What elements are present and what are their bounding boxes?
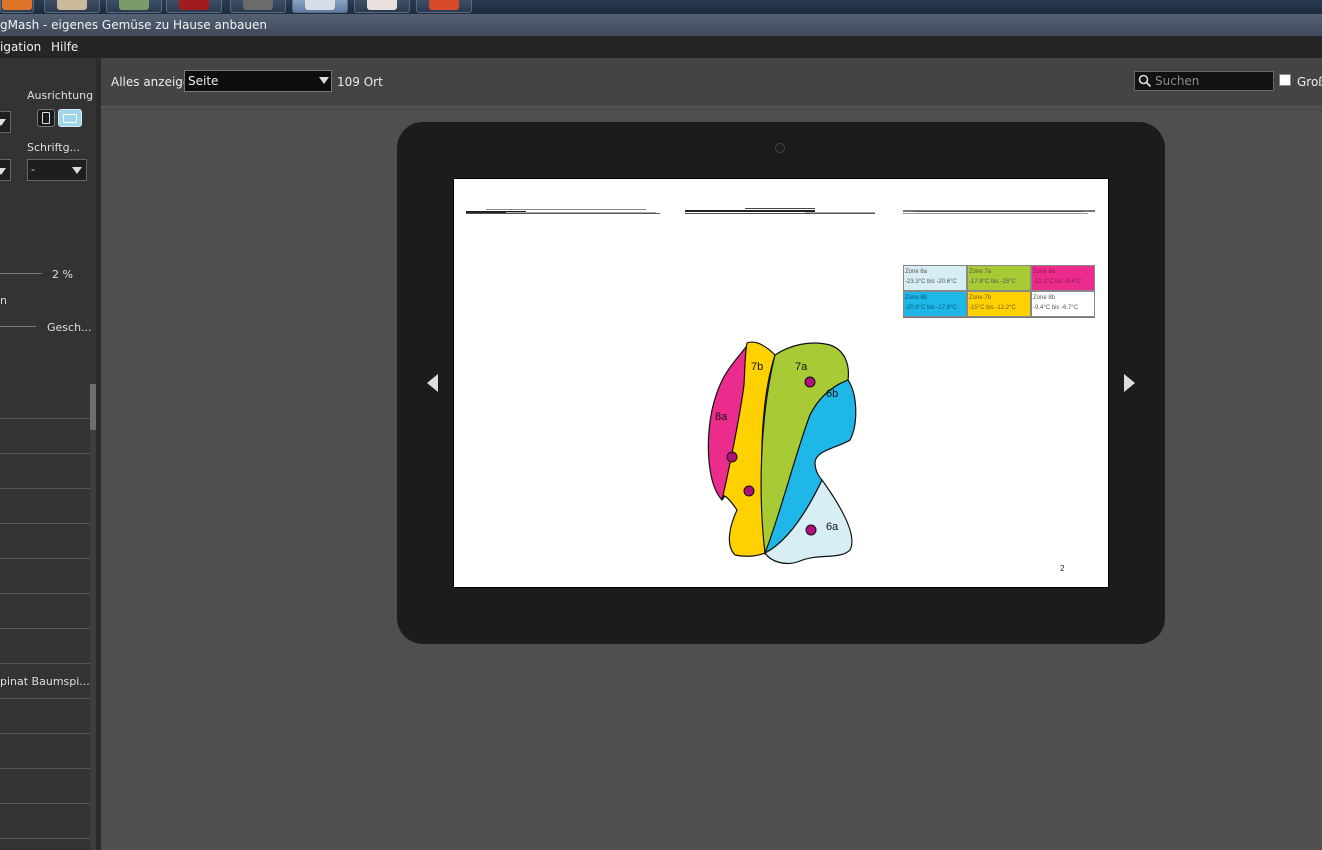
case-sensitive-label: Groß [1297, 75, 1322, 89]
taskbar-app-button[interactable] [44, 0, 100, 13]
taskbar-app-button-active[interactable] [292, 0, 348, 13]
chevron-down-icon [319, 77, 329, 84]
font-size-label: Schriftg... [27, 141, 81, 154]
taskbar-app-button[interactable] [106, 0, 162, 13]
taskbar-app-button[interactable] [0, 0, 34, 13]
list-item[interactable] [0, 593, 90, 594]
menu-item-navigation[interactable]: igation [0, 36, 41, 58]
location-count-label: 109 Ort [337, 75, 383, 89]
view-mode-value: Seite [188, 74, 219, 88]
search-icon [1138, 74, 1152, 88]
zone-name: Zone 7a [969, 269, 992, 275]
list-item[interactable] [0, 768, 90, 769]
zone-name: Zone 8b [1033, 295, 1056, 301]
tablet-landscape-icon [63, 114, 77, 123]
zone-range: -9.4°C bis -6.7°C [1033, 305, 1079, 311]
map-marker [804, 376, 816, 388]
speed-slider-track[interactable] [0, 326, 36, 327]
menu-bar: igation Hilfe [0, 36, 1322, 58]
font-size-value: - [31, 163, 35, 176]
speed-label: Gesch... [47, 321, 92, 334]
hardiness-zone-map: 8a 7b 7a 6b 6a [707, 341, 857, 565]
tablet-portrait-icon [42, 112, 50, 124]
zone-range: -12.2°C bis -9.4°C [1033, 279, 1082, 285]
map-label-7a: 7a [795, 361, 808, 373]
taskbar-app-button[interactable] [166, 0, 222, 13]
map-label-7b: 7b [751, 361, 763, 373]
next-page-arrow-icon[interactable] [1124, 374, 1135, 392]
map-label-6b: 6b [826, 388, 838, 400]
zone-name: Zone 8a [1033, 269, 1056, 275]
list-item[interactable] [0, 663, 90, 664]
taskbar-app-button[interactable] [354, 0, 410, 13]
page-heading-column-3 [903, 210, 1095, 214]
window-title: gMash - eigenes Gemüse zu Hause anbauen [0, 18, 268, 32]
zone-range: -17.8°C bis -15°C [969, 279, 1016, 285]
zone-cell-7a: Zone 7a -17.8°C bis -15°C [967, 265, 1031, 291]
previous-page-arrow-icon[interactable] [427, 374, 438, 392]
sidebar-cut-text: n [0, 294, 7, 307]
map-label-8a: 8a [715, 411, 728, 423]
map-label-6a: 6a [826, 521, 839, 533]
list-item[interactable] [0, 453, 90, 454]
map-marker [805, 524, 817, 536]
chevron-down-icon [0, 168, 6, 175]
toolbar: Alles anzeigen Seite 109 Ort Groß [101, 58, 1322, 107]
list-item[interactable] [0, 418, 90, 419]
orientation-label: Ausrichtung [27, 89, 94, 102]
list-item-label[interactable]: pinat Baumspi... [0, 675, 90, 688]
zoom-slider-track[interactable] [0, 273, 42, 274]
list-item[interactable] [0, 558, 90, 559]
window-titlebar: gMash - eigenes Gemüse zu Hause anbauen [0, 14, 1322, 36]
zone-range: -20.6°C bis -17.8°C [905, 305, 957, 311]
list-item[interactable] [0, 803, 90, 804]
zone-name: Zone 6b [905, 295, 928, 301]
zone-name: Zone 7b [969, 295, 992, 301]
list-item[interactable] [0, 488, 90, 489]
page-number: 2 [1060, 564, 1065, 573]
zone-range: -15°C bis -12.2°C [969, 305, 1016, 311]
list-item[interactable] [0, 523, 90, 524]
chevron-down-icon [72, 167, 82, 174]
search-field[interactable] [1134, 71, 1274, 91]
map-marker [743, 485, 755, 497]
menu-item-help[interactable]: Hilfe [51, 36, 78, 58]
view-mode-select[interactable]: Seite [184, 70, 332, 92]
list-item[interactable] [0, 733, 90, 734]
list-item[interactable] [0, 838, 90, 839]
taskbar-app-button[interactable] [230, 0, 286, 13]
tablet-camera [775, 143, 785, 153]
taskbar-app-button[interactable] [416, 0, 472, 13]
taskbar [0, 0, 1322, 14]
zone-cell-7b: Zone 7b -15°C bis -12.2°C [967, 291, 1031, 317]
zoom-percent-value: 2 % [52, 268, 73, 281]
zone-cell-8a: Zone 8a -12.2°C bis -9.4°C [1031, 265, 1095, 291]
list-item[interactable] [0, 628, 90, 629]
case-sensitive-checkbox[interactable] [1279, 74, 1291, 86]
zone-cell-6a: Zone 6a -23.3°C bis -20.6°C [903, 265, 967, 291]
landscape-orientation-button[interactable] [58, 109, 82, 127]
zone-cell-6b: Zone 6b -20.6°C bis -17.8°C [903, 291, 967, 317]
zone-range: -23.3°C bis -20.6°C [905, 279, 957, 285]
search-input[interactable] [1155, 73, 1269, 89]
chevron-down-icon [0, 119, 6, 126]
page-heading-column-2 [685, 208, 875, 214]
portrait-orientation-button[interactable] [37, 109, 55, 127]
zone-cell-8b: Zone 8b -9.4°C bis -6.7°C [1031, 291, 1095, 317]
page-heading-column-1 [466, 209, 660, 214]
list-item[interactable] [0, 698, 90, 699]
zone-name: Zone 6a [905, 269, 928, 275]
map-marker [726, 451, 738, 463]
